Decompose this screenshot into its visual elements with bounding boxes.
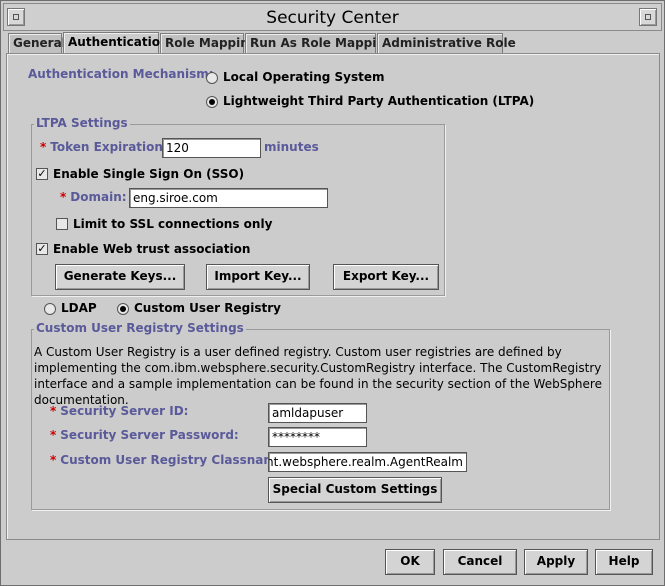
sso-label[interactable]: Enable Single Sign On (SSO)	[53, 167, 244, 181]
required-marker: *	[50, 453, 57, 467]
local-os-label[interactable]: Local Operating System	[223, 70, 384, 84]
cancel-button[interactable]: Cancel	[443, 549, 517, 575]
ltpa-label[interactable]: Lightweight Third Party Authentication (…	[223, 94, 534, 108]
token-expiration-label: Token Expiration:	[50, 140, 168, 154]
server-id-input[interactable]: amldapuser	[268, 403, 367, 423]
help-button[interactable]: Help	[595, 549, 653, 575]
ssl-label[interactable]: Limit to SSL connections only	[73, 217, 272, 231]
tab-role-mapping[interactable]: Role Mapping	[160, 33, 257, 53]
required-marker: *	[40, 140, 47, 154]
required-marker: *	[50, 428, 57, 442]
window-title: Security Center	[266, 8, 399, 28]
trust-label[interactable]: Enable Web trust association	[53, 242, 250, 256]
required-marker: *	[50, 404, 57, 418]
ssl-checkbox[interactable]	[56, 218, 68, 230]
tab-general[interactable]: General	[8, 33, 66, 53]
import-key-button[interactable]: Import Key...	[206, 264, 310, 290]
password-label-row: * Security Server Password:	[50, 428, 239, 442]
generate-keys-button[interactable]: Generate Keys...	[55, 264, 185, 290]
radio-local-os[interactable]	[206, 72, 218, 84]
ldap-label[interactable]: LDAP	[61, 301, 97, 315]
custom-registry-legend: Custom User Registry Settings	[34, 321, 246, 335]
domain-label: Domain:	[70, 190, 127, 204]
classname-input[interactable]: agent.websphere.realm.AgentRealm	[268, 452, 467, 472]
radio-custom-registry[interactable]	[117, 303, 129, 315]
token-expiration-input[interactable]: 120	[162, 138, 261, 158]
token-expiration-label-row: * Token Expiration:	[40, 140, 168, 154]
title-bar: Security Center	[3, 3, 662, 31]
custom-registry-label[interactable]: Custom User Registry	[134, 301, 281, 315]
ltpa-settings-legend: LTPA Settings	[34, 116, 130, 130]
maximize-button[interactable]	[639, 8, 657, 26]
token-unit-label: minutes	[264, 140, 319, 154]
custom-registry-description: A Custom User Registry is a user defined…	[34, 345, 602, 407]
password-input[interactable]: ********	[268, 427, 367, 447]
auth-mechanism-label: Authentication Mechanism:	[28, 67, 214, 81]
server-id-label-row: * Security Server ID:	[50, 404, 188, 418]
server-id-label: Security Server ID:	[60, 404, 189, 418]
security-center-window: Security Center General Authentication R…	[0, 0, 665, 586]
radio-ltpa[interactable]	[206, 96, 218, 108]
tab-administrative-role[interactable]: Administrative Role	[377, 33, 516, 53]
password-label: Security Server Password:	[60, 428, 239, 442]
domain-label-row: * Domain:	[60, 190, 127, 204]
tab-authentication[interactable]: Authentication	[63, 32, 169, 54]
classname-label: Custom User Registry Classname	[60, 453, 285, 467]
ok-button[interactable]: OK	[385, 549, 435, 575]
domain-input[interactable]: eng.siroe.com	[129, 188, 328, 208]
special-custom-settings-button[interactable]: Special Custom Settings	[268, 477, 442, 503]
classname-value: agent.websphere.realm.AgentRealm	[269, 455, 463, 469]
classname-label-row: * Custom User Registry Classname	[50, 453, 284, 467]
sso-checkbox[interactable]: ✓	[36, 168, 48, 180]
export-key-button[interactable]: Export Key...	[333, 264, 439, 290]
authentication-panel: Authentication Mechanism: Local Operatin…	[6, 53, 660, 540]
tab-run-as-role-mapping[interactable]: Run As Role Mapping	[245, 33, 394, 53]
required-marker: *	[60, 190, 67, 204]
trust-checkbox[interactable]: ✓	[36, 243, 48, 255]
radio-ldap[interactable]	[44, 303, 56, 315]
apply-button[interactable]: Apply	[524, 549, 588, 575]
maximize-icon	[645, 14, 651, 20]
